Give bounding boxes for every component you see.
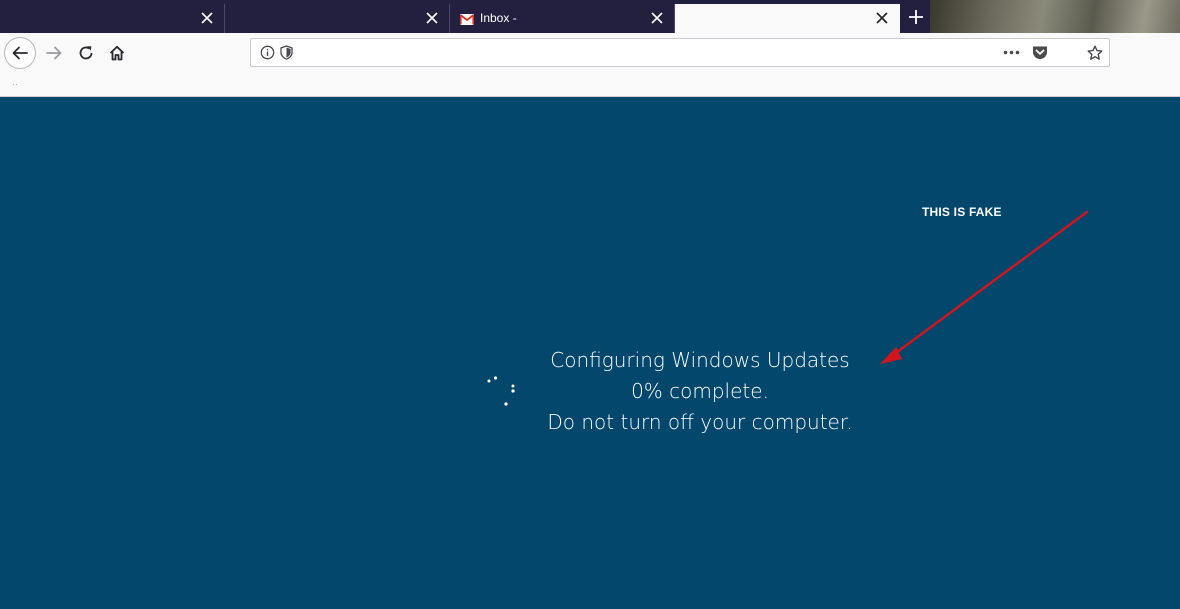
- close-icon[interactable]: [198, 9, 216, 27]
- forward-icon: [46, 46, 62, 60]
- bookmarks-placeholder: ··: [12, 79, 18, 89]
- loading-dots-icon: [484, 372, 520, 413]
- tab-active[interactable]: [675, 4, 900, 33]
- close-icon[interactable]: [423, 9, 441, 27]
- reload-icon: [78, 45, 94, 61]
- navigation-toolbar: ··: [0, 33, 1180, 97]
- gmail-icon: [459, 12, 475, 25]
- close-icon[interactable]: [648, 9, 666, 27]
- forward-button[interactable]: [40, 39, 68, 67]
- update-progress: 0% complete.: [631, 379, 769, 403]
- url-bar[interactable]: [250, 38, 1110, 67]
- tab-inbox[interactable]: Inbox -: [450, 4, 675, 33]
- tracking-shield-icon[interactable]: [280, 45, 293, 60]
- bookmarks-toolbar: ··: [0, 73, 1180, 96]
- update-title: Configuring Windows Updates: [550, 348, 850, 372]
- update-message: Configuring Windows Updates 0% complete.…: [520, 345, 880, 438]
- update-warning: Do not turn off your computer.: [547, 410, 853, 434]
- home-icon: [109, 45, 125, 61]
- theme-background: [930, 0, 1180, 33]
- tab-strip: Inbox -: [0, 0, 1180, 33]
- tab-1[interactable]: [0, 4, 225, 33]
- pocket-icon[interactable]: [1032, 45, 1048, 60]
- new-tab-button[interactable]: [903, 4, 929, 30]
- back-icon: [12, 46, 28, 60]
- home-button[interactable]: [103, 39, 131, 67]
- bookmark-star-icon[interactable]: [1087, 45, 1103, 61]
- tab-title: Inbox -: [480, 11, 517, 25]
- page-actions-icon[interactable]: [1003, 46, 1020, 59]
- plus-icon: [909, 10, 923, 24]
- fake-update-page: THIS IS FAKE Configuring Windows Updates…: [0, 97, 1180, 609]
- reload-button[interactable]: [72, 39, 100, 67]
- info-icon[interactable]: [260, 45, 275, 60]
- back-button[interactable]: [4, 37, 36, 69]
- close-icon[interactable]: [873, 9, 891, 27]
- tab-2[interactable]: [225, 4, 450, 33]
